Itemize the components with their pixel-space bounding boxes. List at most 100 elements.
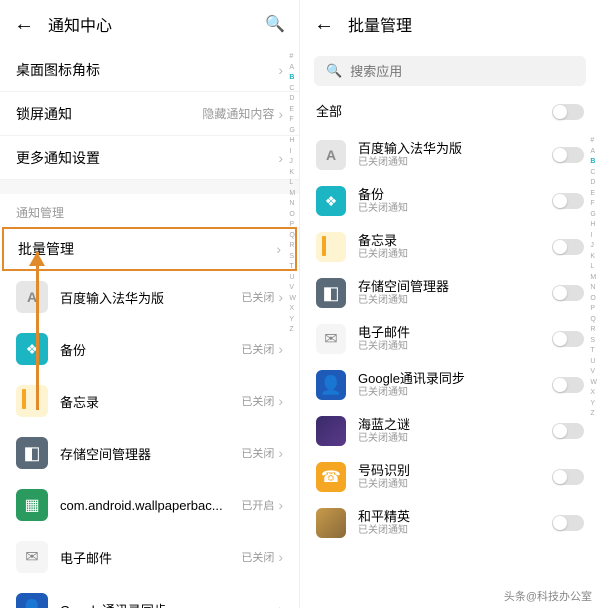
row-more-settings[interactable]: 更多通知设置 › <box>0 136 299 180</box>
app-status: 已关闭通知 <box>358 157 552 169</box>
index-letter[interactable]: V <box>589 367 598 378</box>
index-letter[interactable]: B <box>589 157 598 168</box>
search-input[interactable] <box>350 64 574 79</box>
index-letter[interactable]: Y <box>288 315 297 326</box>
index-letter[interactable]: N <box>589 283 598 294</box>
index-letter[interactable]: C <box>288 84 297 95</box>
app-row[interactable]: 👤 Google通讯录同步 已关闭通知 <box>300 362 600 408</box>
index-letter[interactable]: O <box>589 294 598 305</box>
toggle-switch[interactable] <box>552 377 584 393</box>
app-icon <box>316 232 346 262</box>
index-letter[interactable]: U <box>288 273 297 284</box>
app-row[interactable]: A 百度输入法华为版 已关闭 › <box>0 271 299 323</box>
search-bar[interactable]: 🔍 <box>314 56 586 86</box>
index-letter[interactable]: X <box>589 388 598 399</box>
toggle-switch[interactable] <box>552 331 584 347</box>
index-letter[interactable]: P <box>288 220 297 231</box>
index-letter[interactable]: E <box>589 189 598 200</box>
index-letter[interactable]: L <box>288 178 297 189</box>
index-letter[interactable]: Q <box>288 231 297 242</box>
index-letter[interactable]: J <box>288 157 297 168</box>
toggle-switch[interactable] <box>552 423 584 439</box>
app-row[interactable]: ▦ com.android.wallpaperbac... 已开启 › <box>0 479 299 531</box>
index-letter[interactable]: I <box>288 147 297 158</box>
index-letter[interactable]: V <box>288 283 297 294</box>
alphabet-index[interactable]: #ABCDEFGHIJKLMNOPQRSTUVWXYZ <box>589 136 598 588</box>
toggle-switch[interactable] <box>552 515 584 531</box>
toggle-switch[interactable] <box>552 239 584 255</box>
app-row[interactable]: 👤 Google通讯录同步 › <box>0 583 299 608</box>
app-row[interactable]: 备忘录 已关闭通知 <box>300 224 600 270</box>
index-letter[interactable]: N <box>288 199 297 210</box>
row-desktop-badge[interactable]: 桌面图标角标 › <box>0 48 299 92</box>
app-icon: ❖ <box>16 333 48 365</box>
index-letter[interactable]: X <box>288 304 297 315</box>
app-icon: ✉ <box>316 324 346 354</box>
toggle-switch[interactable] <box>552 104 584 120</box>
index-letter[interactable]: H <box>589 220 598 231</box>
index-letter[interactable]: Z <box>589 409 598 420</box>
index-letter[interactable]: D <box>288 94 297 105</box>
index-letter[interactable]: P <box>589 304 598 315</box>
app-row[interactable]: 海蓝之谜 已关闭通知 <box>300 408 600 454</box>
index-letter[interactable]: O <box>288 210 297 221</box>
index-letter[interactable]: I <box>589 231 598 242</box>
index-letter[interactable]: G <box>589 210 598 221</box>
index-letter[interactable]: T <box>589 346 598 357</box>
index-letter[interactable]: # <box>288 52 297 63</box>
search-icon[interactable]: 🔍 <box>265 14 285 34</box>
toggle-switch[interactable] <box>552 147 584 163</box>
index-letter[interactable]: # <box>589 136 598 147</box>
toggle-switch[interactable] <box>552 285 584 301</box>
index-letter[interactable]: A <box>589 147 598 158</box>
app-row[interactable]: ✉ 电子邮件 已关闭 › <box>0 531 299 583</box>
toggle-switch[interactable] <box>552 469 584 485</box>
index-letter[interactable]: T <box>288 262 297 273</box>
app-row[interactable]: ❖ 备份 已关闭 › <box>0 323 299 375</box>
app-row[interactable]: A 百度输入法华为版 已关闭通知 <box>300 132 600 178</box>
index-letter[interactable]: Y <box>589 399 598 410</box>
index-letter[interactable]: J <box>589 241 598 252</box>
index-letter[interactable]: W <box>589 378 598 389</box>
alphabet-index[interactable]: #ABCDEFGHIJKLMNOPQRSTUVWXYZ <box>288 52 297 588</box>
index-letter[interactable]: F <box>589 199 598 210</box>
index-letter[interactable]: L <box>589 262 598 273</box>
index-letter[interactable]: K <box>288 168 297 179</box>
app-row[interactable]: ✉ 电子邮件 已关闭通知 <box>300 316 600 362</box>
row-batch-manage-highlighted[interactable]: 批量管理 › <box>2 227 297 271</box>
index-letter[interactable]: R <box>288 241 297 252</box>
index-letter[interactable]: G <box>288 126 297 137</box>
app-row[interactable]: 和平精英 已关闭通知 <box>300 500 600 546</box>
row-all-apps[interactable]: 全部 <box>300 92 600 132</box>
index-letter[interactable]: S <box>288 252 297 263</box>
index-letter[interactable]: S <box>589 336 598 347</box>
index-letter[interactable]: D <box>589 178 598 189</box>
index-letter[interactable]: Q <box>589 315 598 326</box>
index-letter[interactable]: H <box>288 136 297 147</box>
index-letter[interactable]: E <box>288 105 297 116</box>
index-letter[interactable]: M <box>288 189 297 200</box>
app-status: 已开启 <box>241 497 274 513</box>
app-row[interactable]: ◧ 存储空间管理器 已关闭 › <box>0 427 299 479</box>
app-row[interactable]: 备忘录 已关闭 › <box>0 375 299 427</box>
index-letter[interactable]: M <box>589 273 598 284</box>
index-letter[interactable]: R <box>589 325 598 336</box>
app-row[interactable]: ◧ 存储空间管理器 已关闭通知 <box>300 270 600 316</box>
app-row[interactable]: ❖ 备份 已关闭通知 <box>300 178 600 224</box>
index-letter[interactable]: W <box>288 294 297 305</box>
index-letter[interactable]: F <box>288 115 297 126</box>
row-lockscreen-notif[interactable]: 锁屏通知 隐藏通知内容 › <box>0 92 299 136</box>
screen-notification-center: ← 通知中心 🔍 桌面图标角标 › 锁屏通知 隐藏通知内容 › 更多通知设置 ›… <box>0 0 300 608</box>
index-letter[interactable]: B <box>288 73 297 84</box>
index-letter[interactable]: C <box>589 168 598 179</box>
toggle-switch[interactable] <box>552 193 584 209</box>
app-row[interactable]: ☎ 号码识别 已关闭通知 <box>300 454 600 500</box>
back-icon[interactable]: ← <box>314 13 334 36</box>
index-letter[interactable]: Z <box>288 325 297 336</box>
index-letter[interactable]: A <box>288 63 297 74</box>
back-icon[interactable]: ← <box>14 13 34 36</box>
app-status: 已关闭 <box>241 341 274 357</box>
index-letter[interactable]: U <box>589 357 598 368</box>
index-letter[interactable]: K <box>589 252 598 263</box>
app-name: Google通讯录同步 <box>60 600 274 608</box>
